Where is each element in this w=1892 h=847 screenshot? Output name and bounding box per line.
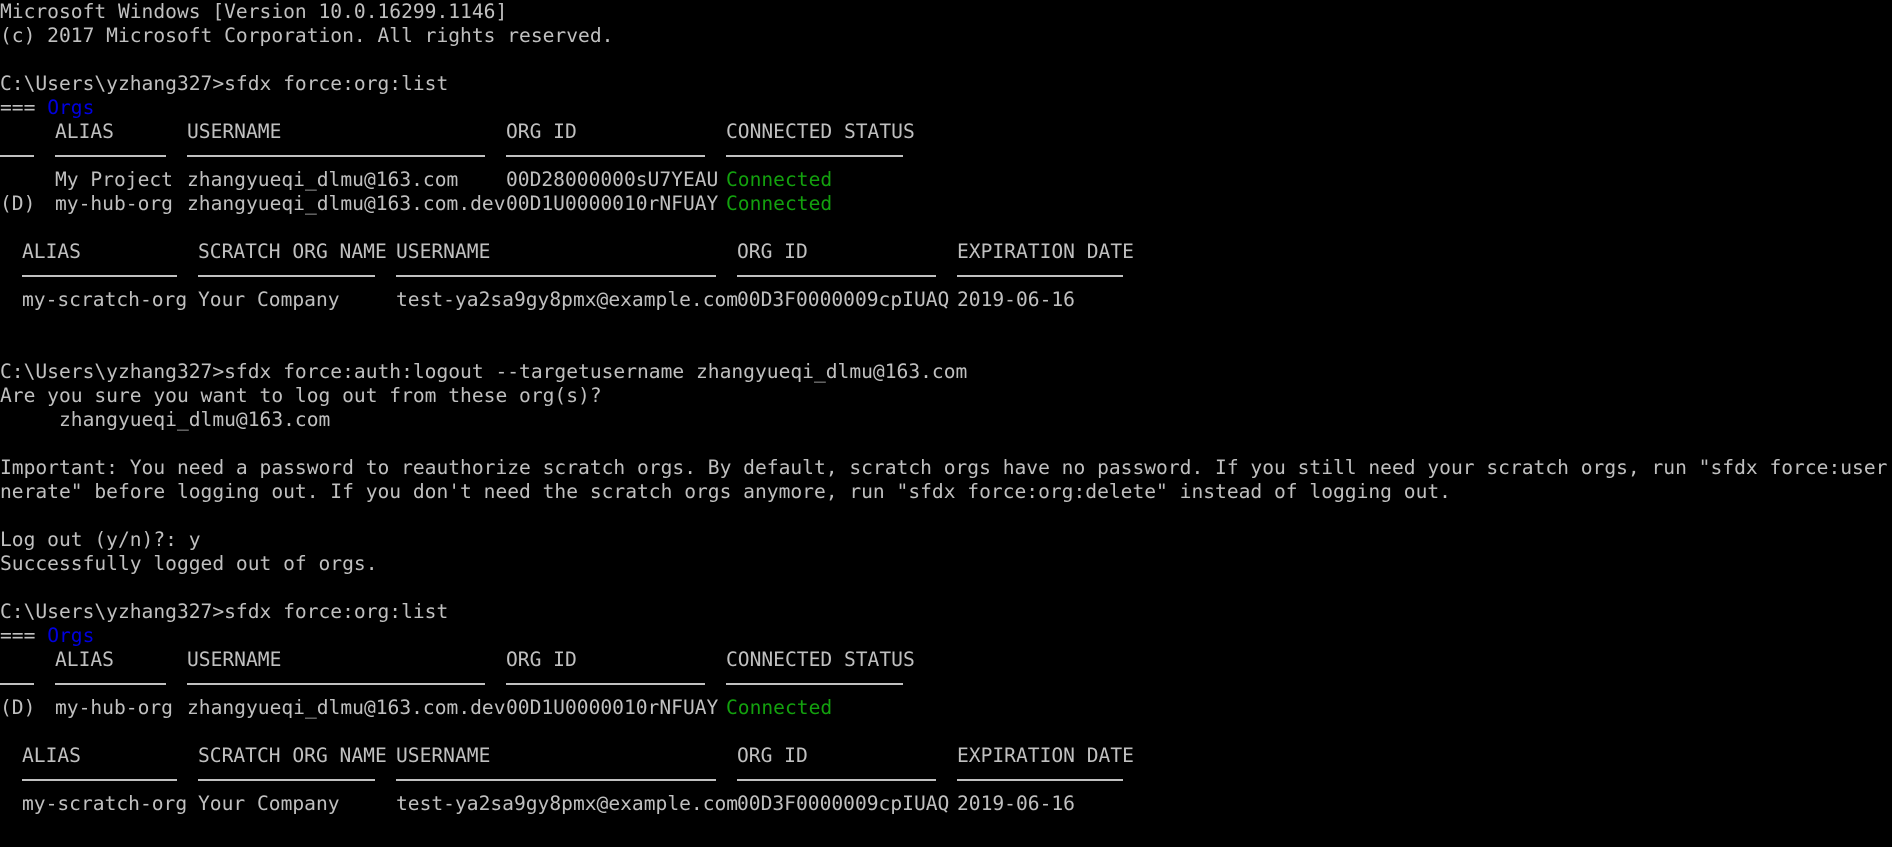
column-underline (506, 683, 705, 685)
column-underline (0, 155, 34, 157)
command-prompt-org-list: C:\Users\yzhang327>sfdx force:org:list (0, 600, 449, 623)
column-header-connected-status: CONNECTED STATUS (726, 648, 915, 671)
scratch-username: test-ya2sa9gy8pmx@example.com (396, 288, 739, 311)
connected-status: Connected (726, 168, 833, 191)
column-header-connected-status: CONNECTED STATUS (726, 120, 915, 143)
scratch-org-id: 00D3F0000009cpIUAQ (737, 792, 950, 815)
scratch-org-name: Your Company (198, 792, 340, 815)
logout-target-username: zhangyueqi_dlmu@163.com (0, 408, 331, 431)
copyright-line: (c) 2017 Microsoft Corporation. All righ… (0, 24, 614, 47)
column-underline (737, 275, 936, 277)
column-underline (0, 683, 34, 685)
orgs-heading: === Orgs (0, 624, 94, 648)
column-header-alias: ALIAS (22, 744, 81, 767)
header-underline-row (0, 672, 903, 696)
command-prompt-logout: C:\Users\yzhang327>sfdx force:auth:logou… (0, 360, 968, 383)
table-row: my-scratch-org Your Company test-ya2sa9g… (0, 288, 1075, 312)
column-header-username: USERNAME (396, 744, 491, 767)
org-username: zhangyueqi_dlmu@163.com.dev (187, 192, 506, 215)
org-username: zhangyueqi_dlmu@163.com.dev (187, 696, 506, 719)
scratch-username: test-ya2sa9gy8pmx@example.com (396, 792, 739, 815)
logout-confirm: Log out (y/n)?: y (0, 528, 201, 551)
orgs-heading: === Orgs (0, 96, 94, 120)
table-row: (D) my-hub-org zhangyueqi_dlmu@163.com.d… (0, 696, 832, 720)
column-underline (198, 275, 375, 277)
expiration-date: 2019-06-16 (957, 288, 1075, 311)
column-header-org-id: ORG ID (506, 120, 577, 143)
console-output[interactable]: Microsoft Windows [Version 10.0.16299.11… (0, 0, 1892, 847)
column-underline (737, 779, 936, 781)
scratch-header-row: ALIAS SCRATCH ORG NAME USERNAME ORG ID E… (0, 240, 1134, 264)
default-marker: (D) (0, 696, 36, 719)
org-id: 00D28000000sU7YEAU (506, 168, 719, 191)
column-underline (726, 155, 903, 157)
column-underline (198, 779, 375, 781)
org-alias: my-hub-org (55, 192, 173, 215)
org-id: 00D1U0000010rNFUAY (506, 192, 719, 215)
scratch-org-id: 00D3F0000009cpIUAQ (737, 288, 950, 311)
column-header-expiration-date: EXPIRATION DATE (957, 744, 1134, 767)
column-underline (187, 683, 485, 685)
column-underline (396, 779, 716, 781)
column-underline (55, 683, 166, 685)
column-header-org-id: ORG ID (737, 744, 808, 767)
connected-status: Connected (726, 696, 833, 719)
orgs-heading-label: Orgs (47, 624, 95, 647)
nonscratch-header-row: ALIAS USERNAME ORG ID CONNECTED STATUS (0, 120, 915, 144)
column-header-org-id: ORG ID (737, 240, 808, 263)
column-underline (187, 155, 485, 157)
org-id: 00D1U0000010rNFUAY (506, 696, 719, 719)
default-marker: (D) (0, 192, 36, 215)
logout-result: Successfully logged out of orgs. (0, 552, 378, 575)
command-prompt-org-list: C:\Users\yzhang327>sfdx force:org:list (0, 72, 449, 95)
column-header-scratch-org-name: SCRATCH ORG NAME (198, 744, 387, 767)
column-underline (506, 155, 705, 157)
org-username: zhangyueqi_dlmu@163.com (187, 168, 459, 191)
nonscratch-header-row: ALIAS USERNAME ORG ID CONNECTED STATUS (0, 648, 915, 672)
column-header-username: USERNAME (396, 240, 491, 263)
scratch-header-row: ALIAS SCRATCH ORG NAME USERNAME ORG ID E… (0, 744, 1134, 768)
heading-prefix: === (0, 624, 36, 647)
header-underline-row (0, 264, 1123, 288)
scratch-alias: my-scratch-org (22, 792, 188, 815)
column-underline (957, 779, 1123, 781)
column-header-alias: ALIAS (55, 120, 114, 143)
column-underline (22, 779, 177, 781)
table-row: My Project zhangyueqi_dlmu@163.com 00D28… (0, 168, 832, 192)
table-row: (D) my-hub-org zhangyueqi_dlmu@163.com.d… (0, 192, 832, 216)
orgs-heading-label: Orgs (47, 96, 95, 119)
logout-question: Are you sure you want to log out from th… (0, 384, 602, 407)
column-header-username: USERNAME (187, 120, 282, 143)
column-header-alias: ALIAS (55, 648, 114, 671)
important-notice-line: nerate" before logging out. If you don't… (0, 480, 1451, 503)
column-header-username: USERNAME (187, 648, 282, 671)
heading-prefix: === (0, 96, 36, 119)
column-header-expiration-date: EXPIRATION DATE (957, 240, 1134, 263)
header-underline-row (0, 768, 1123, 792)
column-underline (957, 275, 1123, 277)
column-underline (55, 155, 166, 157)
scratch-alias: my-scratch-org (22, 288, 188, 311)
expiration-date: 2019-06-16 (957, 792, 1075, 815)
column-header-scratch-org-name: SCRATCH ORG NAME (198, 240, 387, 263)
table-row: my-scratch-org Your Company test-ya2sa9g… (0, 792, 1075, 816)
important-notice-line: Important: You need a password to reauth… (0, 456, 1892, 479)
header-underline-row (0, 144, 903, 168)
column-underline (396, 275, 716, 277)
scratch-org-name: Your Company (198, 288, 340, 311)
windows-version-line: Microsoft Windows [Version 10.0.16299.11… (0, 0, 508, 23)
column-underline (22, 275, 177, 277)
column-header-org-id: ORG ID (506, 648, 577, 671)
column-header-alias: ALIAS (22, 240, 81, 263)
column-underline (726, 683, 903, 685)
org-alias: My Project (55, 168, 173, 191)
org-alias: my-hub-org (55, 696, 173, 719)
connected-status: Connected (726, 192, 833, 215)
